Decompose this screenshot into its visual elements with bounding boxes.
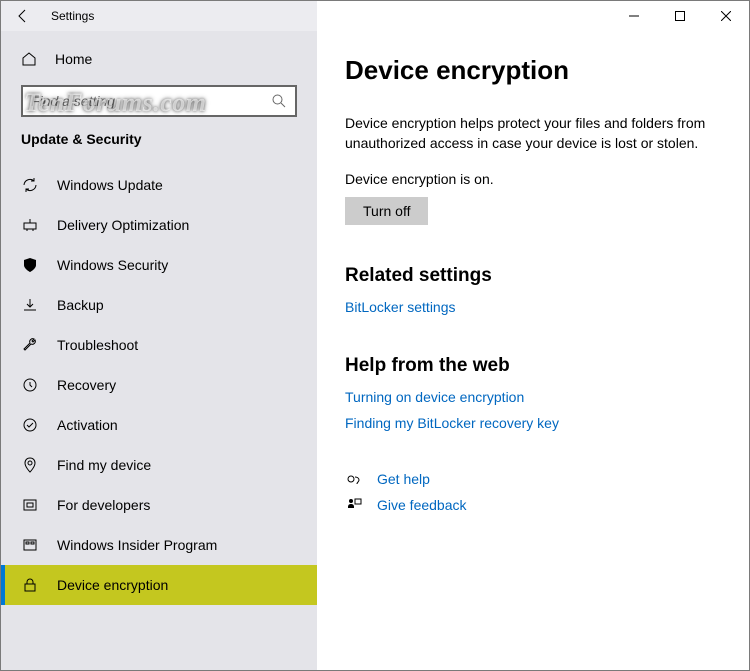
backup-icon: [21, 297, 39, 313]
search-input[interactable]: [21, 85, 297, 117]
sidebar-item-windows-insider[interactable]: Windows Insider Program: [1, 525, 317, 565]
sidebar-item-windows-security[interactable]: Windows Security: [1, 245, 317, 285]
nav-label: Recovery: [57, 377, 116, 393]
nav-label: Device encryption: [57, 577, 168, 593]
sidebar-item-windows-update[interactable]: Windows Update: [1, 165, 317, 205]
help-from-web-header: Help from the web: [345, 355, 721, 377]
minimize-button[interactable]: [611, 1, 657, 31]
content-pane: Device encryption Device encryption help…: [317, 31, 749, 670]
bitlocker-settings-link[interactable]: BitLocker settings: [345, 299, 721, 315]
nav-label: For developers: [57, 497, 150, 513]
sidebar-item-recovery[interactable]: Recovery: [1, 365, 317, 405]
sidebar-item-activation[interactable]: Activation: [1, 405, 317, 445]
shield-icon: [21, 257, 39, 273]
status-text: Device encryption is on.: [345, 171, 721, 187]
nav-label: Troubleshoot: [57, 337, 138, 353]
home-icon: [21, 51, 37, 67]
sidebar-item-backup[interactable]: Backup: [1, 285, 317, 325]
related-settings-header: Related settings: [345, 265, 721, 287]
get-help-link[interactable]: Get help: [377, 471, 430, 487]
home-label: Home: [55, 51, 92, 67]
lock-icon: [21, 577, 39, 593]
nav-label: Activation: [57, 417, 118, 433]
nav-label: Windows Security: [57, 257, 168, 273]
sidebar-home[interactable]: Home: [1, 39, 317, 79]
sync-icon: [21, 177, 39, 193]
insider-icon: [21, 537, 39, 553]
delivery-icon: [21, 217, 39, 233]
window-title: Settings: [51, 9, 94, 23]
wrench-icon: [21, 337, 39, 353]
description-text: Device encryption helps protect your fil…: [345, 114, 721, 153]
feedback-icon: [345, 497, 363, 513]
turn-off-button[interactable]: Turn off: [345, 197, 428, 225]
sidebar-item-device-encryption[interactable]: Device encryption: [1, 565, 317, 605]
sidebar-section-header: Update & Security: [1, 131, 317, 157]
sidebar-item-find-my-device[interactable]: Find my device: [1, 445, 317, 485]
nav-label: Find my device: [57, 457, 151, 473]
titlebar: Settings: [1, 1, 749, 31]
maximize-button[interactable]: [657, 1, 703, 31]
nav-label: Backup: [57, 297, 104, 313]
nav-label: Windows Update: [57, 177, 163, 193]
search-field[interactable]: [31, 93, 271, 109]
get-help-icon: [345, 471, 363, 487]
help-link-turning-on[interactable]: Turning on device encryption: [345, 389, 721, 405]
back-button[interactable]: [1, 1, 45, 31]
sidebar-item-delivery-optimization[interactable]: Delivery Optimization: [1, 205, 317, 245]
nav-label: Delivery Optimization: [57, 217, 189, 233]
checkmark-icon: [21, 417, 39, 433]
nav-label: Windows Insider Program: [57, 537, 217, 553]
give-feedback-link[interactable]: Give feedback: [377, 497, 467, 513]
search-icon: [271, 93, 287, 109]
help-link-recovery-key[interactable]: Finding my BitLocker recovery key: [345, 415, 721, 431]
sidebar-item-for-developers[interactable]: For developers: [1, 485, 317, 525]
sidebar: Home Update & Security Windows Update De…: [1, 31, 317, 670]
close-button[interactable]: [703, 1, 749, 31]
sidebar-item-troubleshoot[interactable]: Troubleshoot: [1, 325, 317, 365]
page-title: Device encryption: [345, 55, 721, 86]
recovery-icon: [21, 377, 39, 393]
developer-icon: [21, 497, 39, 513]
location-icon: [21, 457, 39, 473]
